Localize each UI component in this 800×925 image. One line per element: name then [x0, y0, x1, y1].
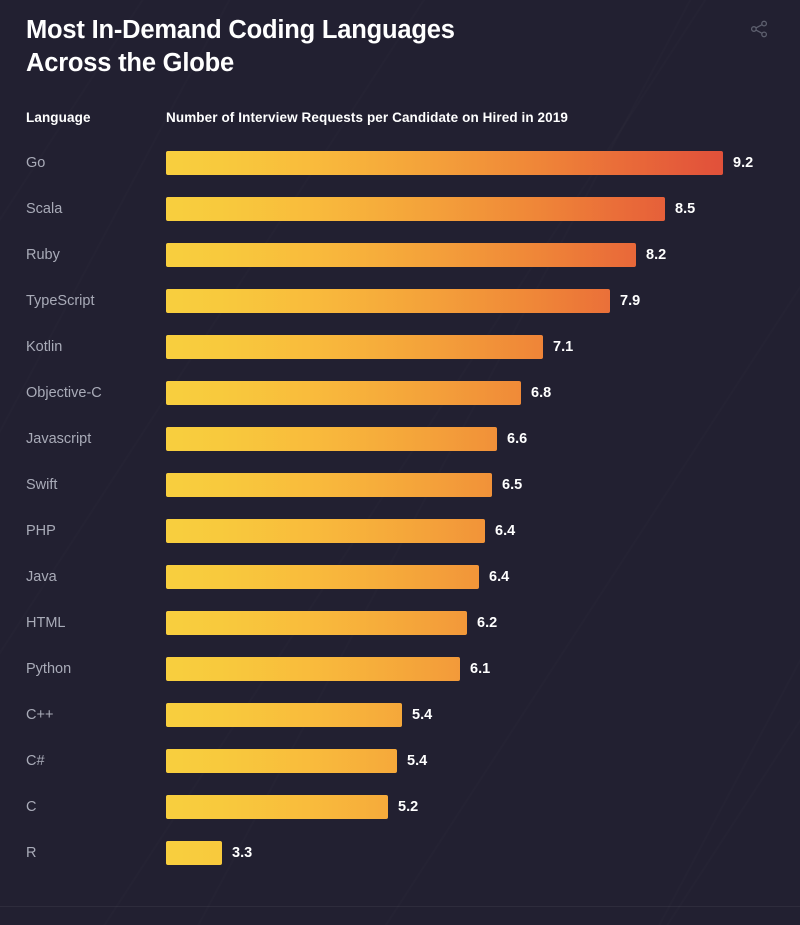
chart-row: Scala 8.5: [0, 186, 800, 232]
chart-row: C# 5.4: [0, 738, 800, 784]
bar-label-kotlin: Kotlin: [26, 339, 63, 355]
bar-value: 8.5: [675, 201, 696, 217]
bar-label-typescript: TypeScript: [26, 293, 95, 309]
page-title: Most In-Demand Coding Languages Across t…: [26, 16, 455, 77]
bar-value: 5.4: [407, 753, 428, 769]
chart-row: Python 6.1: [0, 646, 800, 692]
bar-track: 5.2: [166, 795, 774, 819]
chart-row: Kotlin 7.1: [0, 324, 800, 370]
chart-row: Go 9.2: [0, 140, 800, 186]
bar[interactable]: [166, 703, 402, 727]
share-button[interactable]: [744, 14, 774, 44]
bar-label-scala: Scala: [26, 201, 63, 217]
bar-label-swift: Swift: [26, 477, 58, 493]
chart-row: Objective-C 6.8: [0, 370, 800, 416]
bar[interactable]: [166, 657, 460, 681]
bar-label-objective-c: Objective-C: [26, 385, 102, 401]
bar[interactable]: [166, 335, 543, 359]
bar-track: 6.6: [166, 427, 774, 451]
bar-track: 7.9: [166, 289, 774, 313]
chart-row: C 5.2: [0, 784, 800, 830]
bar-label-php: PHP: [26, 523, 56, 539]
header: Most In-Demand Coding Languages Across t…: [26, 14, 774, 80]
chart-row: PHP 6.4: [0, 508, 800, 554]
bar[interactable]: [166, 749, 397, 773]
bar-value: 6.1: [470, 661, 491, 677]
bar-track: 9.2: [166, 151, 774, 175]
bar-value: 6.4: [489, 569, 510, 585]
bar-value: 7.9: [620, 293, 641, 309]
bar-label-r: R: [26, 845, 37, 861]
column-header-metric: Number of Interview Requests per Candida…: [166, 110, 568, 125]
chart-row: TypeScript 7.9: [0, 278, 800, 324]
bar-chart: Go 9.2 Scala 8.5 Ruby 8.2 TypeScript 7.9 Kotlin 7…: [0, 140, 800, 876]
bar-label-python: Python: [26, 661, 72, 677]
bar-value: 5.2: [398, 799, 419, 815]
bar-value: 3.3: [232, 845, 253, 861]
bar-value: 8.2: [646, 247, 667, 263]
chart-row: HTML 6.2: [0, 600, 800, 646]
bar[interactable]: [166, 243, 636, 267]
bar-label-html: HTML: [26, 615, 66, 631]
bar-value: 6.8: [531, 385, 552, 401]
bar-value: 9.2: [733, 155, 754, 171]
bar-value: 5.4: [412, 707, 433, 723]
chart-row: Swift 6.5: [0, 462, 800, 508]
chart-row: R 3.3: [0, 830, 800, 876]
bar-label-javascript: Javascript: [26, 431, 92, 447]
bar[interactable]: [166, 427, 497, 451]
bar-track: 8.5: [166, 197, 774, 221]
bar-track: 6.1: [166, 657, 774, 681]
bar-value: 6.2: [477, 615, 498, 631]
bar-track: 6.5: [166, 473, 774, 497]
bar-track: 6.4: [166, 565, 774, 589]
bar-label-ruby: Ruby: [26, 247, 60, 263]
bar-track: 7.1: [166, 335, 774, 359]
bar-value: 7.1: [553, 339, 574, 355]
bar-value: 6.6: [507, 431, 528, 447]
bar-label-c-: C#: [26, 753, 45, 769]
bar[interactable]: [166, 289, 610, 313]
share-icon: [749, 19, 769, 39]
bar[interactable]: [166, 151, 723, 175]
bar-value: 6.4: [495, 523, 516, 539]
bar[interactable]: [166, 197, 665, 221]
bar[interactable]: [166, 381, 521, 405]
bar[interactable]: [166, 565, 479, 589]
bar[interactable]: [166, 519, 485, 543]
chart-row: C++ 5.4: [0, 692, 800, 738]
chart-row: Javascript 6.6: [0, 416, 800, 462]
bar-label-java: Java: [26, 569, 57, 585]
bar-track: 8.2: [166, 243, 774, 267]
bar-label-go: Go: [26, 155, 46, 171]
bar-track: 3.3: [166, 841, 774, 865]
bar[interactable]: [166, 611, 467, 635]
bar[interactable]: [166, 841, 222, 865]
bar-label-c: C: [26, 799, 37, 815]
footer-divider: [0, 906, 800, 907]
bar-value: 6.5: [502, 477, 523, 493]
column-header-language: Language: [26, 110, 91, 125]
bar-track: 6.8: [166, 381, 774, 405]
column-headers: Language Number of Interview Requests pe…: [0, 110, 800, 130]
chart-row: Ruby 8.2: [0, 232, 800, 278]
chart-page: Most In-Demand Coding Languages Across t…: [0, 0, 800, 925]
bar-track: 6.2: [166, 611, 774, 635]
bar-label-c-: C++: [26, 707, 54, 723]
bar-track: 5.4: [166, 749, 774, 773]
chart-row: Java 6.4: [0, 554, 800, 600]
bar-track: 6.4: [166, 519, 774, 543]
bar[interactable]: [166, 795, 388, 819]
bar[interactable]: [166, 473, 492, 497]
bar-track: 5.4: [166, 703, 774, 727]
